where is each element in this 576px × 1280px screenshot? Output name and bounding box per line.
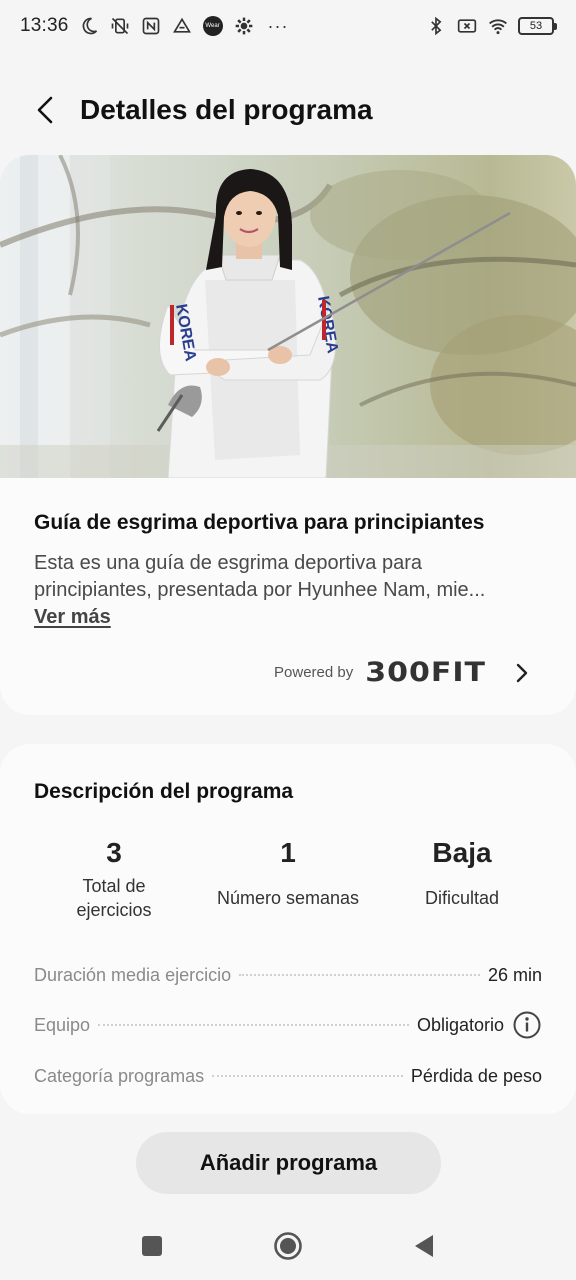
circle-icon xyxy=(274,1232,302,1260)
brand-logo: 300FIT xyxy=(365,656,486,689)
stat-label: Número semanas xyxy=(216,888,360,908)
nfc-icon xyxy=(140,15,162,37)
program-description-card: Descripción del programa 3 Total de ejer… xyxy=(0,744,576,1114)
drive-icon xyxy=(171,15,193,37)
moon-icon xyxy=(78,15,100,37)
stat-label-line-2: ejercicios xyxy=(76,900,152,920)
wear-icon: Wear xyxy=(202,15,224,37)
square-icon xyxy=(142,1236,162,1256)
triangle-back-icon xyxy=(415,1235,433,1257)
program-description-line-1: Esta es una guía de esgrima deportiva pa… xyxy=(34,552,423,574)
battery-level: 53 xyxy=(529,20,543,32)
chevron-left-icon xyxy=(37,96,53,124)
status-bar: 13:36 Wear ··· 53 xyxy=(0,0,576,52)
status-time: 13:36 xyxy=(20,15,69,36)
detail-value: Obligatorio xyxy=(416,1014,504,1035)
detail-value: Pérdida de peso xyxy=(410,1065,542,1086)
program-card: KOREA KOREA Guía de esgrima deportiva pa… xyxy=(0,155,576,715)
stat-total-exercises: 3 Total de ejercicios xyxy=(34,836,194,922)
detail-label: Equipo xyxy=(34,1014,91,1035)
bluetooth-icon xyxy=(425,15,447,37)
back-button[interactable] xyxy=(18,82,74,138)
section-title: Descripción del programa xyxy=(34,780,294,803)
wear-label: Wear xyxy=(202,16,223,36)
detail-row-duration: Duración media ejercicio 26 min xyxy=(34,960,542,990)
stat-label-line-1: Total de xyxy=(82,876,146,896)
program-details-screen: 13:36 Wear ··· 53 Detalles del programa … xyxy=(0,0,576,1280)
dotted-leader xyxy=(239,974,480,976)
detail-label: Duración media ejercicio xyxy=(34,964,232,985)
detail-value: 26 min xyxy=(487,964,542,985)
system-nav-bar xyxy=(0,1210,576,1280)
stat-value: 1 xyxy=(280,837,296,868)
dotted-leader xyxy=(98,1024,409,1026)
program-cover-image: KOREA KOREA xyxy=(0,155,576,478)
info-icon[interactable] xyxy=(512,1010,542,1040)
page-title: Detalles del programa xyxy=(80,94,373,125)
vibrate-off-icon xyxy=(109,15,131,37)
more-dots: ··· xyxy=(267,15,289,36)
back-nav-button[interactable] xyxy=(406,1228,442,1264)
program-description-line-2: principiantes, presentada por Hyunhee Na… xyxy=(34,579,486,601)
stat-value: 3 xyxy=(106,837,122,868)
gear-icon xyxy=(233,15,255,37)
powered-by-link[interactable]: Powered by 300FIT xyxy=(274,655,534,690)
home-button[interactable] xyxy=(270,1228,306,1264)
recent-apps-button[interactable] xyxy=(134,1228,170,1264)
status-bar-left: 13:36 Wear ··· xyxy=(20,15,289,37)
powered-by-label: Powered by xyxy=(274,664,354,681)
stat-weeks: 1 Número semanas xyxy=(208,836,368,910)
stat-difficulty: Baja Dificultad xyxy=(382,836,542,910)
stat-value: Baja xyxy=(432,837,492,868)
app-header: Detalles del programa xyxy=(0,78,576,142)
program-title: Guía de esgrima deportiva para principia… xyxy=(34,511,485,534)
sim-x-icon xyxy=(456,15,478,37)
chevron-right-icon xyxy=(516,663,528,682)
stat-label: Dificultad xyxy=(424,888,500,908)
status-bar-right: 53 xyxy=(425,15,557,37)
battery-icon: 53 xyxy=(518,17,557,35)
wifi-icon xyxy=(487,15,509,37)
see-more-link[interactable]: Ver más xyxy=(34,606,111,629)
program-description: Esta es una guía de esgrima deportiva pa… xyxy=(34,550,542,604)
add-program-button[interactable]: Añadir programa xyxy=(136,1132,441,1194)
detail-row-category: Categoría programas Pérdida de peso xyxy=(34,1061,542,1091)
program-info: Guía de esgrima deportiva para principia… xyxy=(0,478,576,629)
detail-label: Categoría programas xyxy=(34,1065,205,1086)
detail-row-equipment: Equipo Obligatorio xyxy=(34,1010,542,1040)
fencer-illustration: KOREA KOREA xyxy=(0,155,576,478)
dotted-leader xyxy=(212,1075,403,1077)
